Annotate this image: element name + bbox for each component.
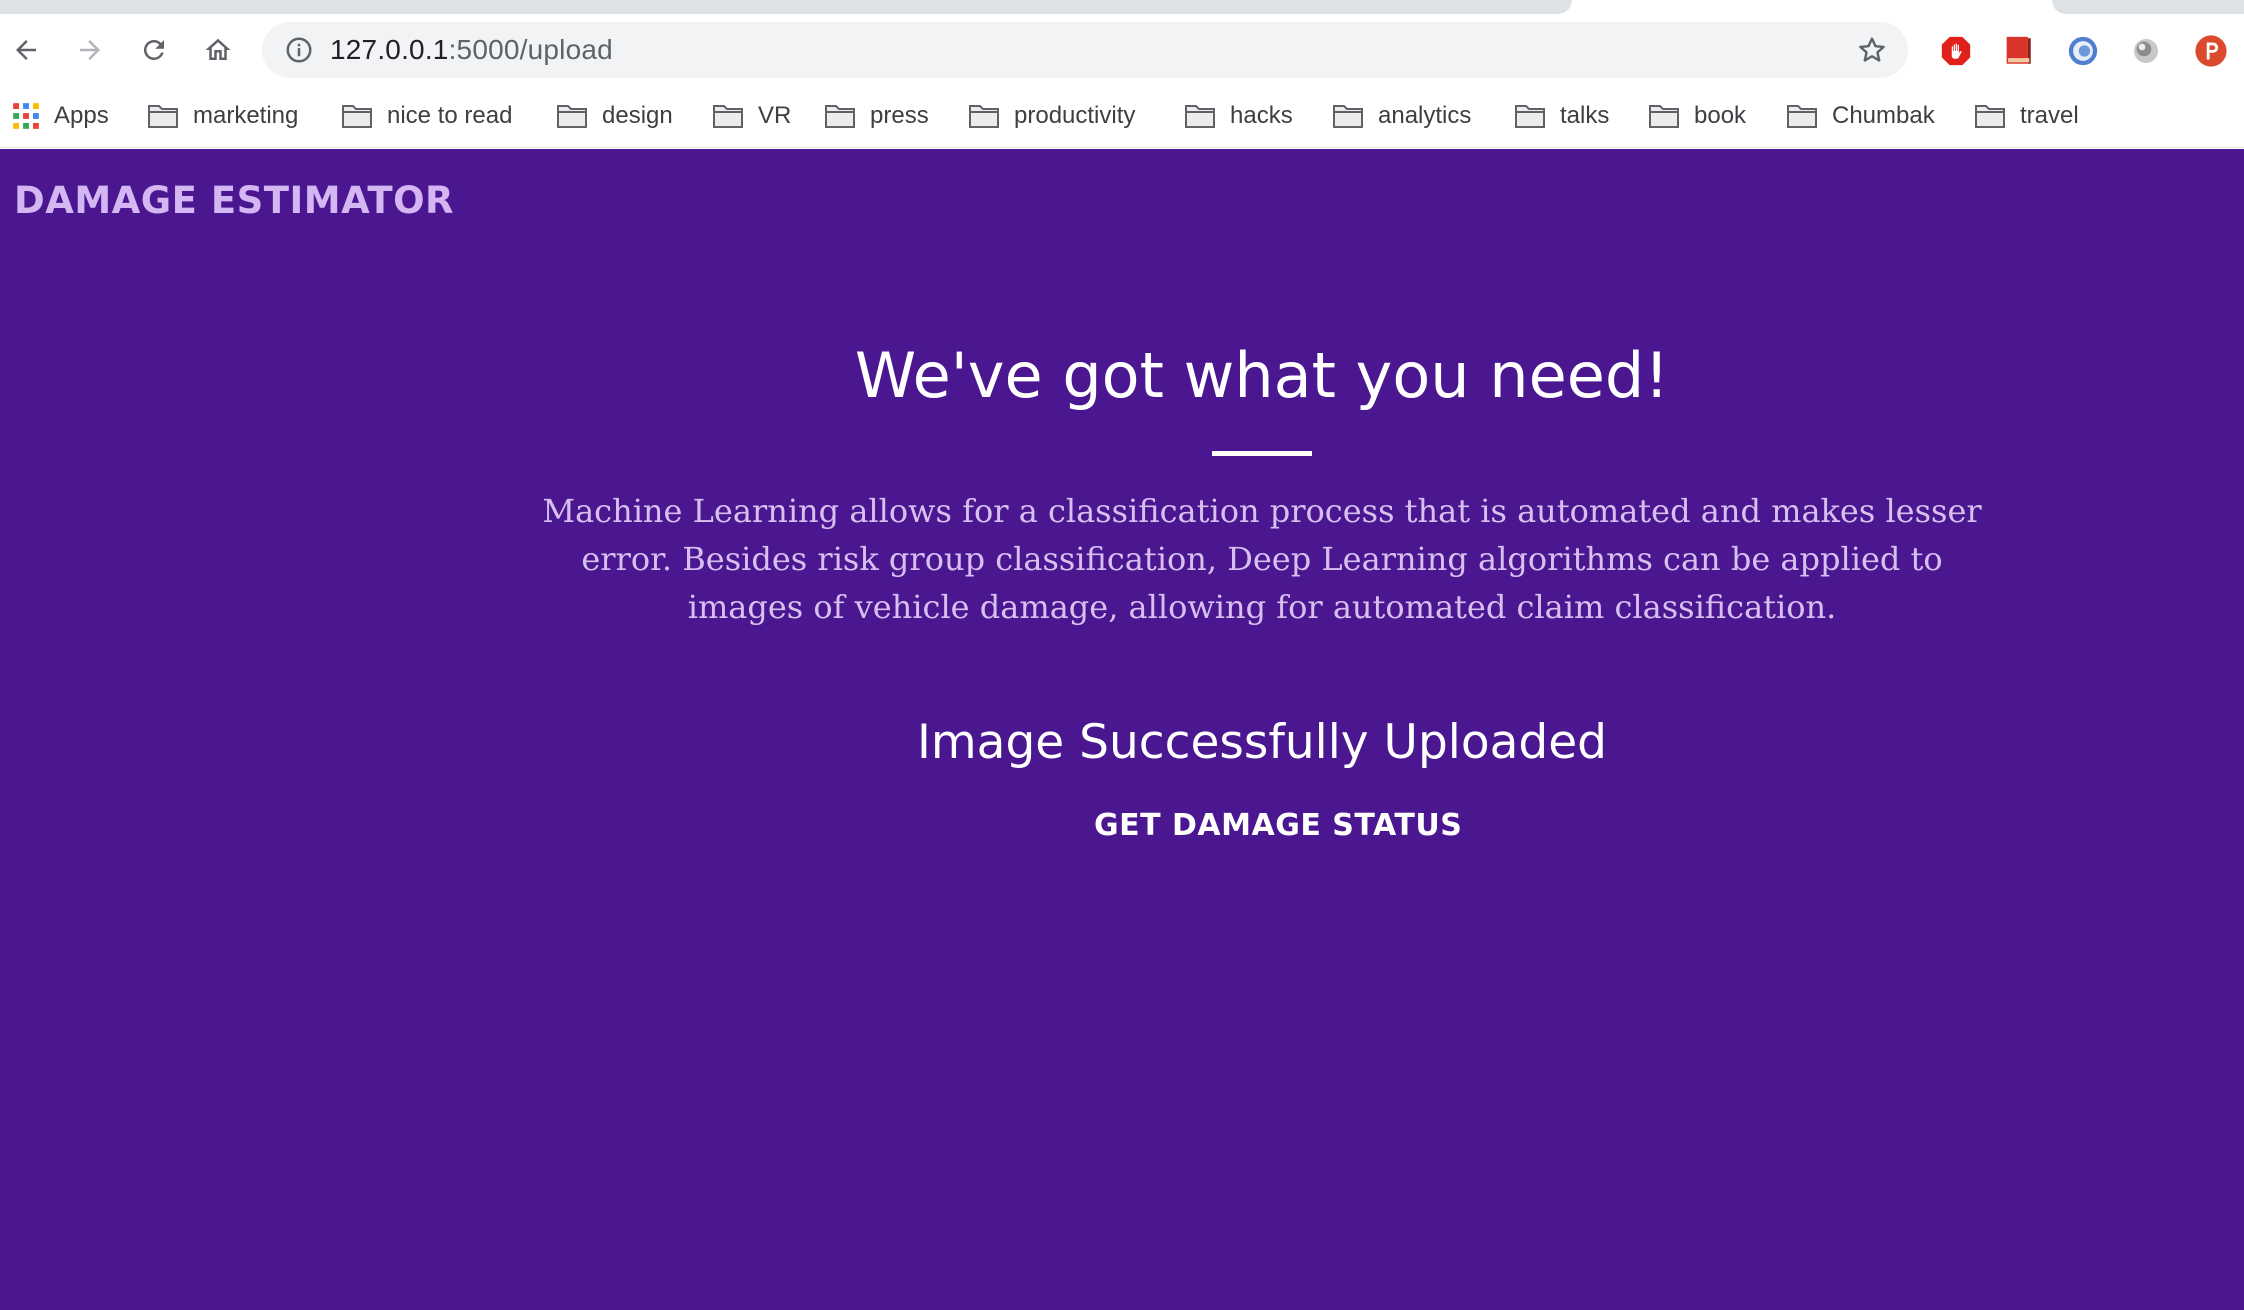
back-arrow-icon [16,40,36,60]
folder-icon [1649,105,1679,128]
hero-divider [1212,451,1312,456]
get-damage-status-button[interactable]: GET DAMAGE STATUS [1094,801,1462,851]
apps-grid-icon [13,103,39,129]
bookmark-label: book [1694,102,1747,129]
bookmark-label: marketing [193,102,299,129]
address-bar[interactable]: 127.0.0.1:5000/upload [262,22,1908,78]
bookmark-folder-travel[interactable]: travel [1974,96,2079,136]
bookmark-folder-book[interactable]: book [1648,96,1746,136]
star-icon[interactable] [1856,34,1888,66]
bookmark-folder-marketing[interactable]: marketing [147,96,298,136]
bookmark-apps[interactable]: Apps [12,96,109,136]
bookmark-label: nice to read [387,102,513,129]
page-body: DAMAGE ESTIMATOR We've got what you need… [0,149,2244,1310]
grey-circle-extension-icon[interactable] [2127,32,2165,70]
bookmark-folder-nice-to-read[interactable]: nice to read [341,96,512,136]
folder-icon [557,105,587,128]
bookmark-label: VR [758,102,792,129]
folder-icon [969,105,999,128]
bookmark-label: travel [2020,102,2079,129]
bookmark-folder-productivity[interactable]: productivity [968,96,1135,136]
bookmark-label: talks [1560,102,1610,129]
bookmark-folder-analytics[interactable]: analytics [1332,96,1471,136]
bookmark-label: press [870,102,929,129]
folder-icon [825,105,855,128]
bookmarks-bar: Apps marketing nice to read design VR pr… [0,86,2244,148]
bookmark-folder-press[interactable]: press [824,96,929,136]
hero-description: Machine Learning allows for a classifica… [542,492,1982,626]
back-button[interactable] [0,28,52,72]
bookmark-label: Apps [54,102,109,129]
reload-button[interactable] [128,28,180,72]
spiral-extension-icon[interactable] [2064,32,2102,70]
bookmark-folder-design[interactable]: design [556,96,673,136]
reload-icon [143,39,164,60]
folder-icon [1185,105,1215,128]
info-icon[interactable] [284,35,314,65]
brand-logo[interactable]: DAMAGE ESTIMATOR [14,179,454,222]
upload-status-message: Image Successfully Uploaded [917,715,1607,770]
bookmark-label: hacks [1230,102,1293,129]
forward-arrow-icon [80,40,100,60]
url-host: 127.0.0.1 [330,34,449,65]
folder-icon [1515,105,1545,128]
bookmark-folder-vr[interactable]: VR [712,96,791,136]
browser-tab[interactable] [0,0,1572,14]
bookmark-label: design [602,102,673,129]
url-text[interactable]: 127.0.0.1:5000/upload [330,22,613,78]
folder-icon [148,105,178,128]
bookmark-folder-talks[interactable]: talks [1514,96,1609,136]
tab-strip [0,0,2244,14]
home-button[interactable] [192,28,244,72]
p-extension-icon[interactable] [2192,32,2230,70]
bookmark-folder-hacks[interactable]: hacks [1184,96,1293,136]
home-icon [205,38,231,60]
bookmark-label: Chumbak [1832,102,1935,129]
hero-title: We've got what you need! [854,339,1670,412]
bookmark-label: productivity [1014,102,1136,129]
browser-tab[interactable] [2052,0,2244,14]
folder-icon [713,105,743,128]
folder-icon [1333,105,1363,128]
adblock-icon[interactable] [1937,32,1975,70]
browser-toolbar: 127.0.0.1:5000/upload [0,14,2244,86]
folder-icon [342,105,372,128]
folder-icon [1975,105,2005,128]
url-path: :5000/upload [448,34,613,65]
bookmark-extension-icon[interactable] [1999,32,2037,70]
forward-button[interactable] [64,28,116,72]
bookmark-label: analytics [1378,102,1472,129]
folder-icon [1787,105,1817,128]
bookmark-folder-chumbak[interactable]: Chumbak [1786,96,1935,136]
